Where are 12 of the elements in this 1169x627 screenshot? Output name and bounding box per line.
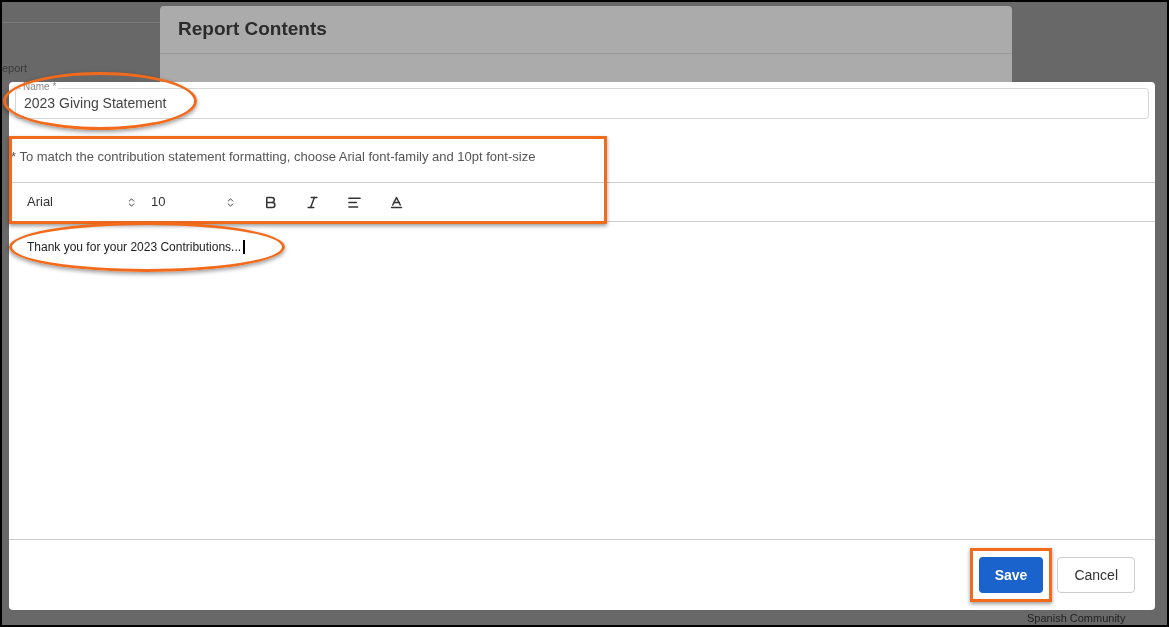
body-text: Thank you for your 2023 Contributions... (27, 240, 242, 254)
sort-icon (225, 196, 236, 208)
cancel-button[interactable]: Cancel (1057, 557, 1135, 593)
hint-text: * To match the contribution statement formatting, choose Arial font-family and 10pt font-size (11, 149, 536, 164)
font-size-select[interactable]: 10 (151, 192, 236, 212)
editor-area[interactable]: Thank you for your 2023 Contributions... (9, 222, 1155, 540)
save-button[interactable]: Save (978, 557, 1044, 593)
font-family-select[interactable]: Arial (27, 192, 137, 212)
community-label: Spanish Community (1027, 613, 1126, 624)
sort-icon (126, 196, 137, 208)
field-value: 2023 Giving Statement (24, 94, 167, 113)
dialog-title: Report Contents (178, 17, 327, 42)
